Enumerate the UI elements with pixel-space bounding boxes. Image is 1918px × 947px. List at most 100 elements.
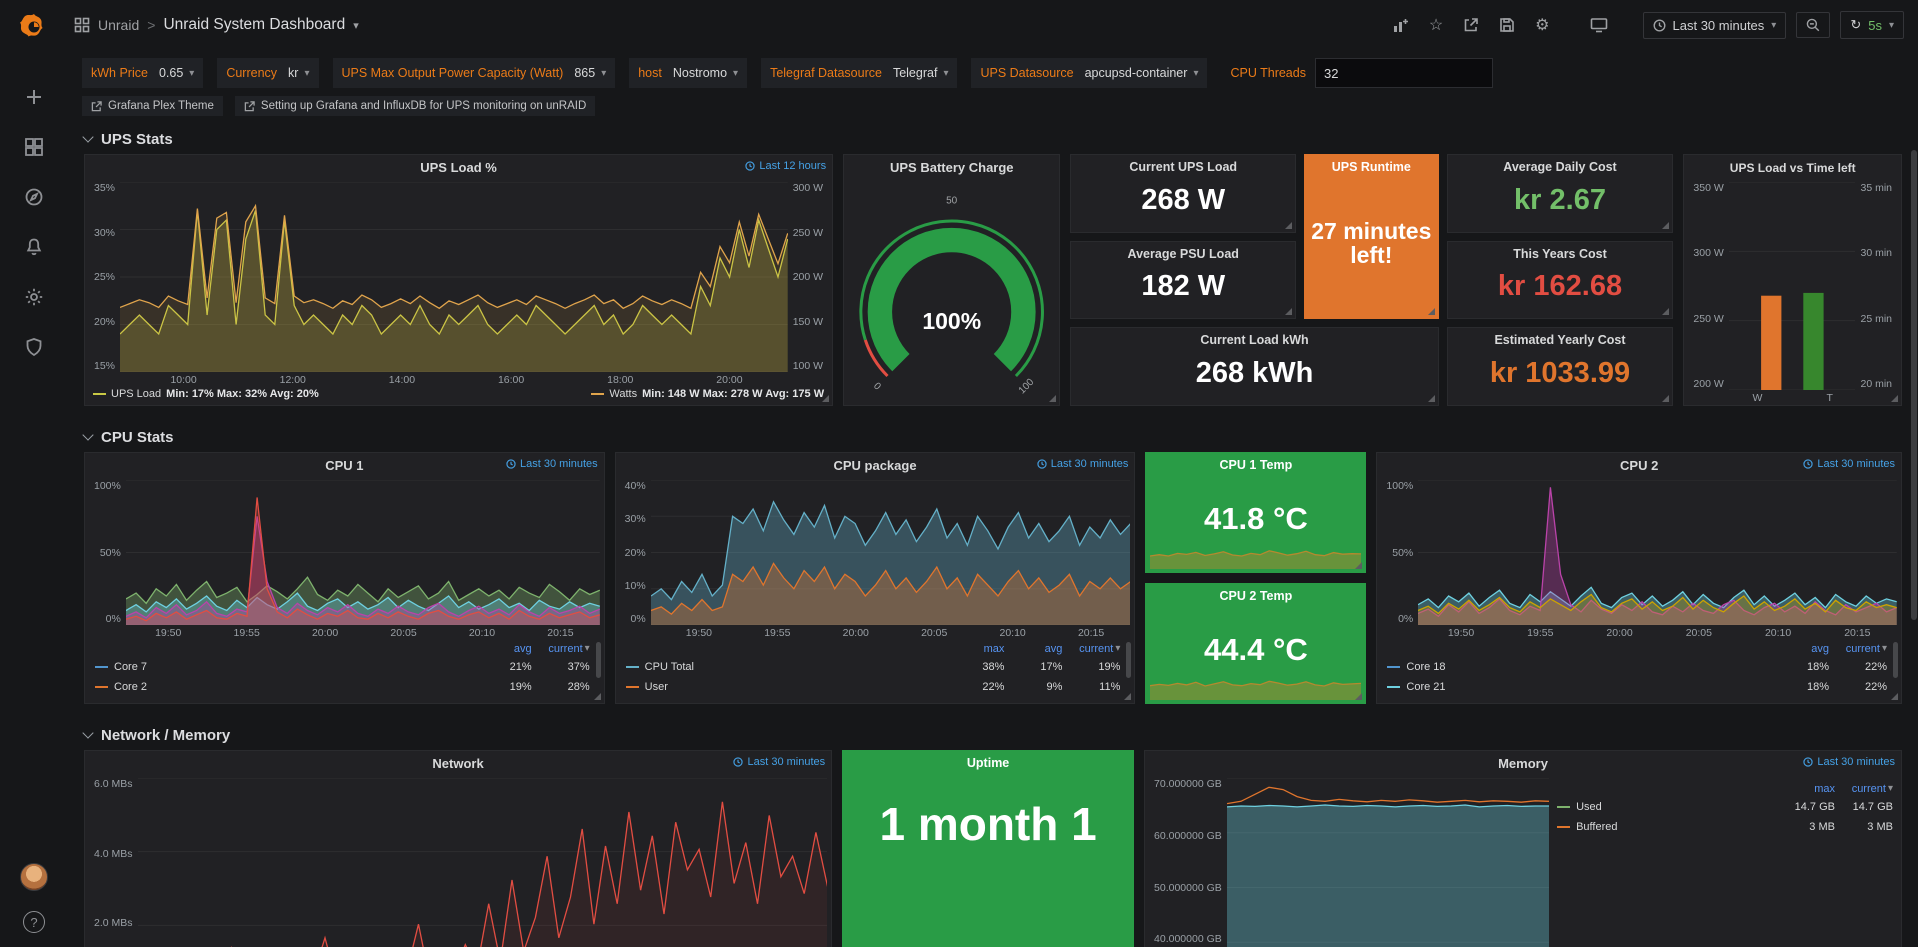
link-grafana-plex-theme[interactable]: Grafana Plex Theme <box>82 96 223 116</box>
legend-scrollbar[interactable] <box>1893 642 1898 678</box>
alerting-bell-icon[interactable] <box>23 236 45 258</box>
panel-title[interactable]: CPU 2 Temp <box>1146 584 1365 603</box>
panel-title[interactable]: Average Daily Cost <box>1448 155 1673 174</box>
panel-title[interactable]: Network <box>432 756 483 771</box>
legend-col-current[interactable]: current▾ <box>1062 643 1120 655</box>
gauge-arc[interactable]: 02050100 <box>852 184 1051 397</box>
panel-title[interactable]: Current UPS Load <box>1071 155 1295 174</box>
refresh-button[interactable]: ↻ 5s ▾ <box>1840 11 1904 39</box>
breadcrumb: Unraid > Unraid System Dashboard ▾ <box>74 16 359 34</box>
legend-col-avg[interactable]: avg <box>1771 643 1829 655</box>
breadcrumb-folder[interactable]: Unraid <box>98 17 139 33</box>
panel-title[interactable]: UPS Load % <box>420 160 497 175</box>
legend-row[interactable]: Used14.7 GB14.7 GB <box>1557 797 1893 817</box>
legend-col-current[interactable]: current▾ <box>532 643 590 655</box>
variable-value[interactable]: apcupsd-container▾ <box>1083 66 1208 80</box>
ups-load-chart[interactable] <box>120 182 788 372</box>
panel-title[interactable]: CPU 1 <box>325 458 363 473</box>
monitor-icon <box>1590 17 1608 33</box>
explore-compass-icon[interactable] <box>23 186 45 208</box>
panel-title[interactable]: This Years Cost <box>1448 242 1673 261</box>
zoom-out-time-button[interactable] <box>1796 12 1830 38</box>
page-scrollbar[interactable] <box>1911 150 1917 620</box>
variable-telegraf-datasource[interactable]: Telegraf Datasource Telegraf▾ <box>761 58 957 88</box>
star-button[interactable]: ☆ <box>1424 11 1448 39</box>
legend-col-max[interactable]: max <box>946 643 1004 655</box>
panel-title[interactable]: Estimated Yearly Cost <box>1448 328 1673 347</box>
panel-title[interactable]: CPU package <box>833 458 916 473</box>
memory-chart[interactable] <box>1227 778 1549 947</box>
cpu2-chart[interactable] <box>1418 480 1897 625</box>
tv-kiosk-mode-button[interactable] <box>1585 13 1613 37</box>
variable-kwh-price[interactable]: kWh Price 0.65▾ <box>82 58 203 88</box>
help-icon[interactable]: ? <box>23 911 45 933</box>
dashboard-grid-icon[interactable] <box>74 17 90 33</box>
dashboards-icon[interactable] <box>23 136 45 158</box>
row-header-network-memory[interactable]: Network / Memory <box>84 720 1902 750</box>
dashboard-title[interactable]: Unraid System Dashboard <box>163 16 345 34</box>
share-button[interactable] <box>1458 13 1484 37</box>
legend-scrollbar[interactable] <box>1126 642 1131 678</box>
legend-header: max avg current▾ <box>626 640 1121 657</box>
clock-icon <box>1037 459 1047 469</box>
save-button[interactable] <box>1494 13 1520 37</box>
panel-title[interactable]: Memory <box>1498 756 1548 771</box>
legend-row[interactable]: Core 1818%22% <box>1387 657 1887 677</box>
legend-scrollbar[interactable] <box>596 642 601 678</box>
refresh-interval-label[interactable]: 5s <box>1868 18 1882 33</box>
cpu1-chart[interactable] <box>126 480 600 625</box>
panel-title[interactable]: Uptime <box>843 751 1133 770</box>
create-plus-icon[interactable] <box>23 86 45 108</box>
legend-col-current[interactable]: current▾ <box>1829 643 1887 655</box>
panel-title[interactable]: UPS Battery Charge <box>890 160 1014 175</box>
load-vs-time-bars[interactable] <box>1729 182 1856 390</box>
legend-col-avg[interactable]: avg <box>1004 643 1062 655</box>
legend-row[interactable]: Core 721%37% <box>95 657 590 677</box>
caret-down-icon: ▾ <box>304 68 309 79</box>
variable-value[interactable]: Nostromo▾ <box>671 66 747 80</box>
panel-title[interactable]: Current Load kWh <box>1071 328 1437 347</box>
variable-value[interactable]: 0.65▾ <box>157 66 203 80</box>
variable-value[interactable]: kr▾ <box>286 66 318 80</box>
legend-row[interactable]: CPU Total38%17%19% <box>626 657 1121 677</box>
variable-label: CPU Threads <box>1221 66 1315 80</box>
link-ups-monitoring-guide[interactable]: Setting up Grafana and InfluxDB for UPS … <box>235 96 595 116</box>
legend-row[interactable]: Core 2118%22% <box>1387 677 1887 697</box>
variable-ups-max-output[interactable]: UPS Max Output Power Capacity (Watt) 865… <box>333 58 616 88</box>
user-avatar[interactable] <box>20 863 48 891</box>
legend-col-avg[interactable]: avg <box>474 643 532 655</box>
cpu-temp-stack: CPU 1 Temp 41.8 °C CPU 2 Temp 44.4 °C <box>1145 452 1366 704</box>
grafana-logo[interactable] <box>17 10 51 44</box>
legend-row[interactable]: Core 219%28% <box>95 677 590 697</box>
configuration-gear-icon[interactable] <box>23 286 45 308</box>
dashboard-dropdown-caret[interactable]: ▾ <box>353 19 359 32</box>
time-picker-button[interactable]: Last 30 minutes ▾ <box>1643 12 1787 39</box>
variable-currency[interactable]: Currency kr▾ <box>217 58 318 88</box>
panel-title[interactable]: CPU 1 Temp <box>1146 453 1365 472</box>
legend-col-current[interactable]: current▾ <box>1835 783 1893 795</box>
legend-item[interactable]: UPS LoadMin: 17% Max: 32% Avg: 20% <box>93 388 319 400</box>
panel-title[interactable]: CPU 2 <box>1620 458 1658 473</box>
variable-ups-datasource[interactable]: UPS Datasource apcupsd-container▾ <box>971 58 1207 88</box>
dashboard-links: Grafana Plex Theme Setting up Grafana an… <box>68 92 1918 124</box>
panel-title[interactable]: UPS Load vs Time left <box>1730 161 1856 175</box>
network-chart[interactable] <box>138 778 828 947</box>
row-header-ups-stats[interactable]: UPS Stats <box>84 124 1902 154</box>
legend-row[interactable]: Buffered3 MB3 MB <box>1557 817 1893 837</box>
variable-value[interactable]: Telegraf▾ <box>891 66 958 80</box>
server-admin-shield-icon[interactable] <box>23 336 45 358</box>
panel-network: Network Last 30 minutes 0 MBs2.0 MBs4.0 … <box>84 750 832 947</box>
cpu-package-chart[interactable] <box>651 480 1131 625</box>
cpu-threads-input[interactable] <box>1315 58 1493 88</box>
add-panel-button[interactable] <box>1387 13 1414 38</box>
legend-item[interactable]: WattsMin: 148 W Max: 278 W Avg: 175 W <box>591 388 824 400</box>
legend-row[interactable]: User22%9%11% <box>626 677 1121 697</box>
refresh-interval-caret-icon[interactable]: ▾ <box>1889 20 1894 31</box>
panel-title[interactable]: Average PSU Load <box>1071 242 1295 261</box>
variable-value[interactable]: 865▾ <box>572 66 615 80</box>
variable-host[interactable]: host Nostromo▾ <box>629 58 747 88</box>
dashboard-settings-button[interactable]: ⚙ <box>1530 11 1554 39</box>
row-header-cpu-stats[interactable]: CPU Stats <box>84 422 1902 452</box>
legend-col-max[interactable]: max <box>1777 783 1835 795</box>
panel-title[interactable]: UPS Runtime <box>1305 155 1438 174</box>
